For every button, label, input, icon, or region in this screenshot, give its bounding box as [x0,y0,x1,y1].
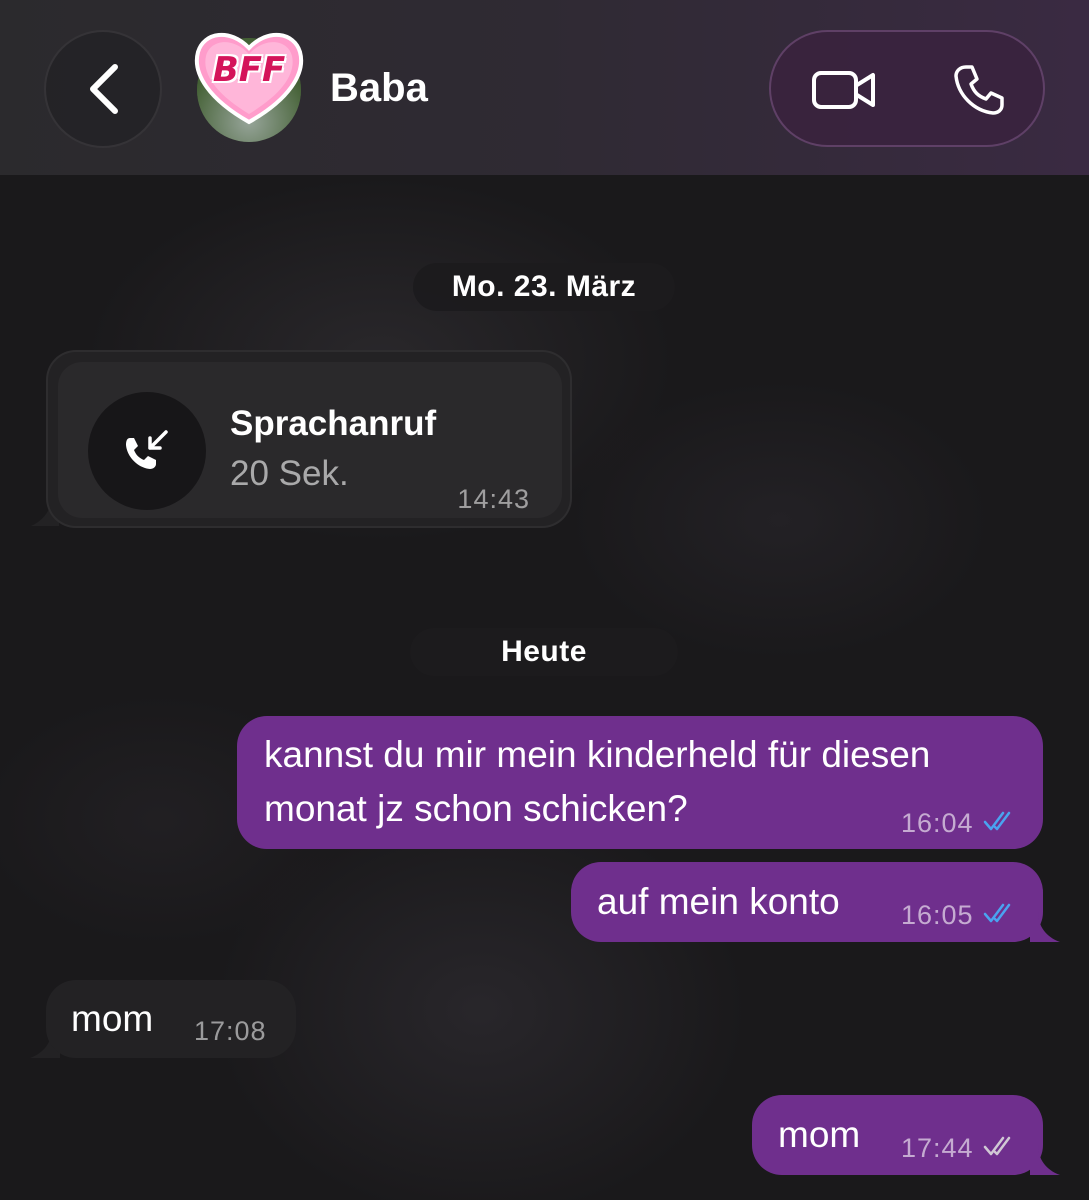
bubble-tail [1030,1145,1060,1175]
chat-header: BFF Baba [0,0,1089,175]
message-time: 14:43 [457,484,530,514]
double-check-read-icon [983,811,1011,831]
voice-call-button[interactable] [947,60,1011,120]
date-separator: Mo. 23. März [413,263,675,311]
message-text: auf mein konto [597,881,840,922]
bubble-tail [1030,912,1060,942]
message-time: 16:04 [901,808,974,838]
message-time: 17:08 [194,1016,267,1046]
phone-icon [954,65,1004,115]
message-text-line: kannst du mir mein kinderheld für diesen [264,734,931,775]
call-duration: 20 Sek. [230,454,349,493]
call-card-inner: Sprachanruf 20 Sek. 14:43 [58,362,562,518]
incoming-call-icon [126,430,168,469]
avatar-badge-text: BFF [212,50,286,90]
message-time: 17:44 [901,1133,974,1163]
message-text-line: monat jz schon schicken? [264,788,688,829]
outgoing-message[interactable]: auf mein konto 16:05 [571,862,1043,942]
call-title: Sprachanruf [230,404,437,443]
video-camera-icon [812,71,875,109]
outgoing-message[interactable]: kannst du mir mein kinderheld für diesen… [237,716,1043,849]
date-separator: Heute [410,628,678,676]
incoming-call-icon-circle [88,392,206,510]
back-button[interactable] [44,30,162,148]
message-text: mom [71,998,154,1039]
video-call-button[interactable] [807,62,881,118]
incoming-message[interactable]: mom 17:08 [46,980,296,1058]
contact-name[interactable]: Baba [330,66,428,111]
double-check-delivered-icon [983,1136,1011,1156]
message-time: 16:05 [901,900,974,930]
message-text: mom [778,1114,861,1155]
voice-call-message[interactable]: Sprachanruf 20 Sek. 14:43 [46,350,572,528]
double-check-read-icon [983,903,1011,923]
chevron-left-icon [90,64,118,114]
outgoing-message[interactable]: mom 17:44 [752,1095,1043,1175]
call-actions [769,30,1045,147]
avatar[interactable]: BFF [190,22,308,144]
